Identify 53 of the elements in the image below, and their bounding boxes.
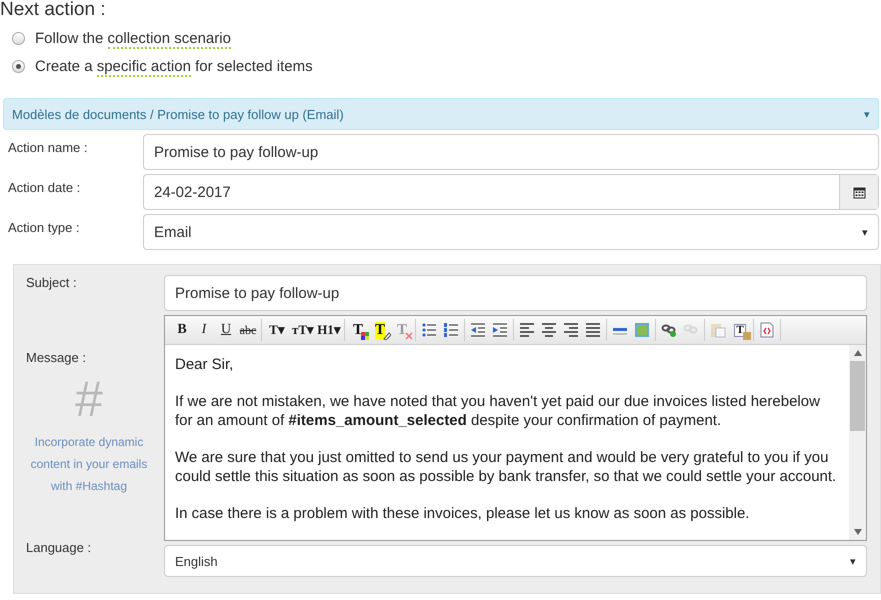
- message-paragraph: We are sure that you just omitted to send us your payment and would be very grateful to you if you could settle this situation as soon as possible by bank transfer, so that we could settle your account.: [175, 448, 838, 486]
- field-label: Action name :: [7, 139, 88, 157]
- indent-icon: [492, 322, 508, 338]
- outdent-icon: [470, 322, 486, 338]
- format-button[interactable]: I: [193, 319, 215, 341]
- glossary-link[interactable]: specific action: [96, 58, 191, 76]
- subject-field[interactable]: Promise to pay follow-up: [164, 275, 867, 311]
- field-label: Action type :: [7, 219, 81, 237]
- pen-icon: [383, 332, 391, 340]
- clipboard-icon: [743, 332, 751, 340]
- message-paragraph: If we are not mistaken, we have noted that you haven't yet paid our due invoices listed herebelow for an amount of #items_amount_selected despite your confirmation of payment.: [175, 392, 821, 430]
- color-swatch-icon: [361, 332, 369, 340]
- image-icon: [634, 322, 650, 338]
- radio-button[interactable]: [12, 60, 25, 72]
- input-field[interactable]: Promise to pay follow-up: [143, 134, 879, 170]
- field-label: Language :: [26, 540, 92, 555]
- format-button[interactable]: T▾: [264, 319, 290, 341]
- format-button[interactable]: B: [171, 319, 193, 341]
- format-button[interactable]: H1▾: [316, 319, 342, 341]
- format-button[interactable]: abc: [237, 319, 259, 341]
- format-button[interactable]: T: [369, 319, 391, 341]
- field-label: Subject :: [26, 275, 77, 290]
- cross-icon: [405, 332, 413, 340]
- align-center-icon: [541, 322, 557, 338]
- field-label: Action date :: [7, 179, 82, 197]
- paste-icon: [710, 322, 726, 338]
- select-field[interactable]: Email ▾: [143, 214, 879, 250]
- radio-label: Create a specific action for selected items: [35, 58, 313, 74]
- section-heading: Next action :: [0, 0, 107, 20]
- format-button[interactable]: T: [729, 319, 751, 341]
- source-icon: [759, 322, 775, 338]
- glossary-link[interactable]: collection scenario: [108, 30, 231, 48]
- radio-label: Follow the collection scenario: [35, 30, 231, 46]
- justify-icon: [585, 322, 601, 338]
- template-dropdown[interactable]: Modèles de documents / Promise to pay follow up (Email) ▾: [3, 98, 879, 130]
- format-button[interactable]: U: [215, 319, 237, 341]
- align-left-icon: [519, 322, 535, 338]
- calendar-icon[interactable]: [852, 186, 866, 198]
- message-paragraph: Dear Sir,: [175, 355, 234, 374]
- language-select[interactable]: English ▾: [164, 545, 867, 577]
- align-right-icon: [563, 322, 579, 338]
- link-icon: [661, 322, 677, 338]
- format-button[interactable]: тT▾: [290, 319, 316, 341]
- bullet-list-icon: [421, 322, 437, 338]
- scrollbar[interactable]: [849, 345, 866, 540]
- field-label: Message :: [26, 350, 86, 365]
- radio-button[interactable]: [12, 32, 25, 44]
- message-paragraph: In case there is a problem with these invoices, please let us know as soon as possible.: [175, 504, 750, 523]
- hashtag-mark: #: [75, 371, 103, 427]
- format-button[interactable]: T: [347, 319, 369, 341]
- numbered-list-icon: [443, 322, 459, 338]
- date-field[interactable]: 24-02-2017: [143, 174, 879, 210]
- caret-icon: ▾: [864, 108, 870, 120]
